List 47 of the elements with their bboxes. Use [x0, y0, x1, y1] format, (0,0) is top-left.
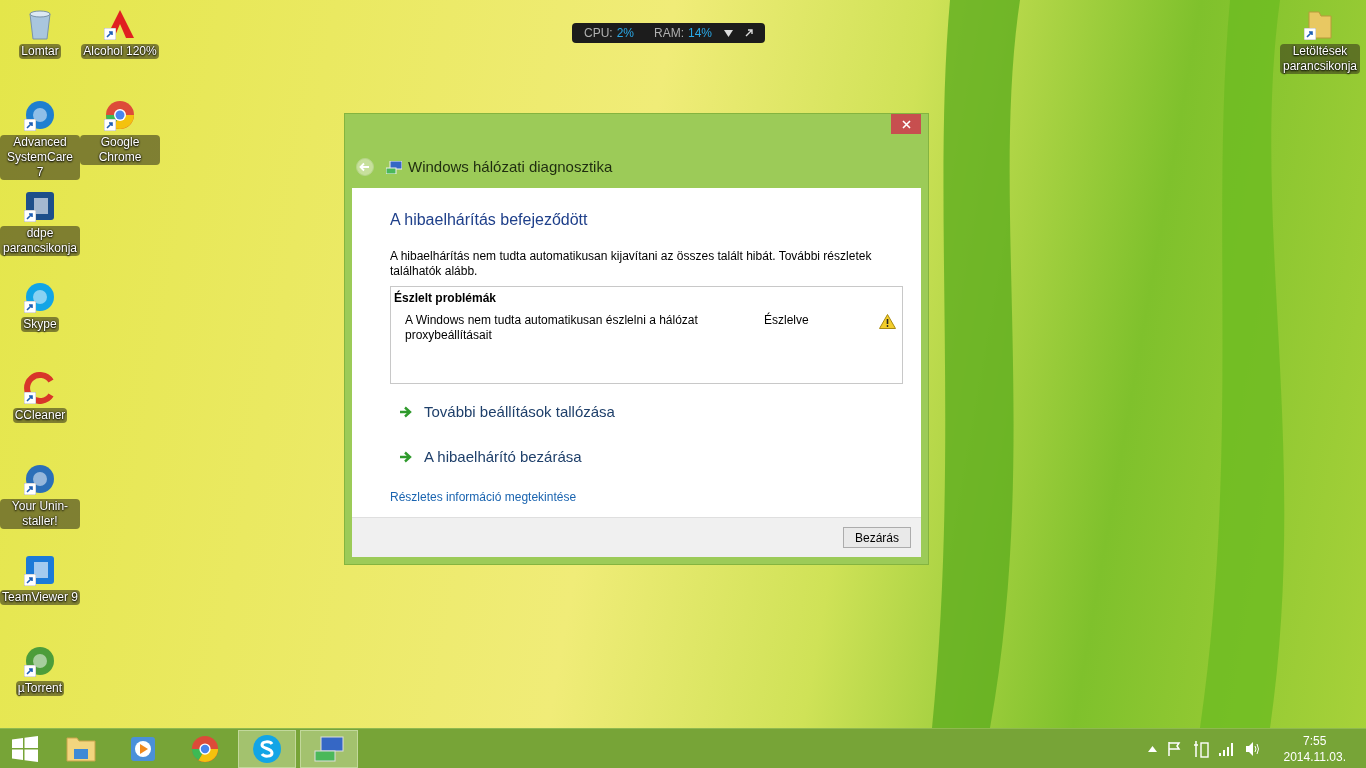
result-heading: A hibaelhárítás befejeződött: [390, 210, 589, 230]
clock-date[interactable]: 2014.11.03.: [1283, 748, 1346, 765]
desktop-icon-label[interactable]: µTorrent: [15, 681, 65, 696]
option-link[interactable]: További beállítások tallózása: [400, 401, 903, 424]
media-player-icon: [129, 734, 157, 763]
arrow-icon: [400, 450, 413, 463]
clock-time[interactable]: 7:55: [1303, 732, 1327, 749]
network-diagnostics-icon: [386, 160, 402, 174]
folder-icon: [65, 734, 97, 763]
desktop-icon-label[interactable]: Advanced SystemCare 7: [0, 135, 80, 180]
battery-icon[interactable]: [1193, 739, 1210, 758]
arrow-icon: [400, 406, 413, 419]
close-icon: [901, 119, 911, 129]
desktop-icon-label[interactable]: Your Unin-staller!: [0, 499, 80, 529]
expand-arrow-icon[interactable]: [745, 29, 754, 37]
chevron-up-icon[interactable]: [1148, 745, 1158, 752]
desktop-icon-label[interactable]: Google Chrome: [80, 135, 160, 165]
desktop-icon-label[interactable]: Letöltések parancsikonja: [1280, 44, 1360, 74]
details-link[interactable]: Részletes információ megtekintése: [390, 488, 577, 506]
warning-icon: [879, 314, 896, 329]
close-dialog-button[interactable]: Bezárás: [843, 527, 911, 548]
window-title: Windows hálózati diagnosztika: [408, 156, 613, 177]
close-button[interactable]: [891, 114, 921, 134]
taskbar-button[interactable]: [238, 729, 296, 768]
signal-bars-icon[interactable]: [1219, 741, 1236, 756]
result-message: A hibaelhárítás nem tudta automatikusan kijavítani az összes talált hibát. További részletek találhatók alább.: [390, 249, 873, 279]
problem-description: A Windows nem tudta automatikusan észlelni a hálózat proxybeállításait: [405, 313, 699, 343]
option-link[interactable]: A hibaelhárító bezárása: [400, 445, 903, 468]
cpu-label: CPU:: [584, 25, 613, 42]
cpu-value: 2%: [616, 25, 634, 42]
desktop-icon-label[interactable]: ddpe parancsikonja: [0, 226, 80, 256]
s-badge-icon: [252, 733, 282, 764]
desktop-icon-label[interactable]: Lomtar: [19, 44, 61, 59]
dropdown-triangle-icon[interactable]: [724, 29, 734, 37]
windows-logo-icon: [12, 735, 38, 762]
desktop-icon-label[interactable]: Skype: [21, 317, 59, 332]
speaker-icon[interactable]: [1245, 740, 1262, 757]
chrome-icon: [190, 733, 220, 764]
network-diagnostics-icon: [313, 734, 345, 763]
taskbar-button[interactable]: [300, 729, 358, 768]
desktop-icon-label[interactable]: TeamViewer 9: [0, 590, 80, 605]
desktop-icon-label[interactable]: Alcohol 120%: [81, 44, 159, 59]
ram-value: 14%: [688, 25, 713, 42]
desktop-icon-label[interactable]: CCleaner: [12, 408, 68, 423]
ram-label: RAM:: [654, 25, 684, 42]
problem-status: Észlelve: [764, 313, 810, 328]
problems-header: Észlelt problémák: [394, 289, 498, 307]
